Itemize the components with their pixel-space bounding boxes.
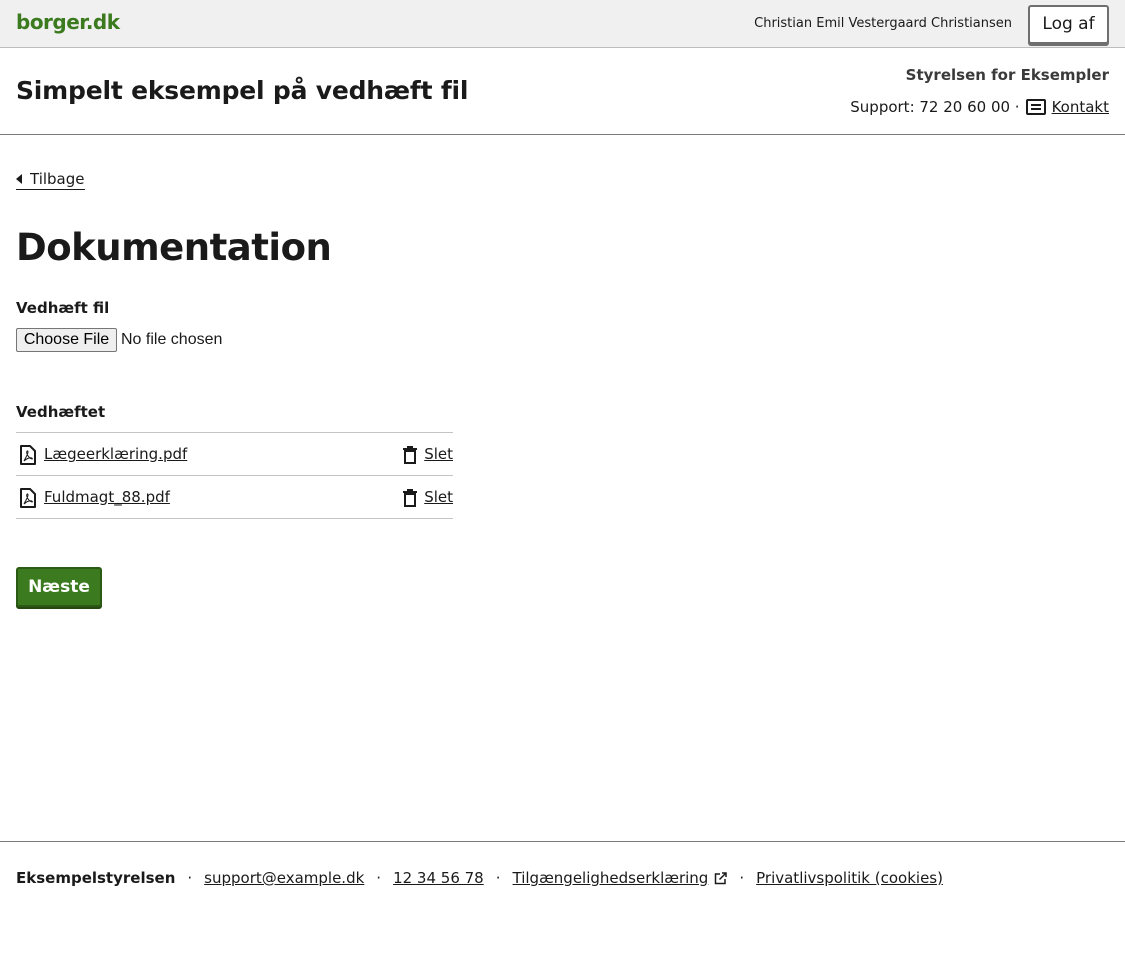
footer-separator: ·: [495, 869, 501, 887]
support-line: Support: 72 20 60 00 · Kontakt: [850, 98, 1109, 116]
footer-separator: ·: [187, 869, 193, 887]
footer-email-link[interactable]: support@example.dk: [204, 869, 364, 887]
next-button[interactable]: Næste: [16, 567, 102, 607]
page-header: Simpelt eksempel på vedhæft fil Styrelse…: [0, 48, 1125, 135]
authority-name: Styrelsen for Eksempler: [905, 66, 1109, 84]
file-input[interactable]: Choose File No file chosen: [16, 328, 222, 352]
footer-separator: ·: [739, 869, 745, 887]
trash-icon[interactable]: [403, 446, 417, 464]
choose-file-button[interactable]: Choose File: [16, 328, 117, 352]
footer-separator: ·: [376, 869, 382, 887]
service-title: Simpelt eksempel på vedhæft fil: [16, 76, 469, 105]
footer-org-name: Eksempelstyrelsen: [16, 869, 176, 887]
caret-left-icon: [16, 174, 22, 184]
footer-accessibility-link[interactable]: Tilgængelighedserklæring: [513, 869, 709, 887]
file-field-label: Vedhæft fil: [16, 299, 110, 317]
logout-button[interactable]: Log af: [1028, 5, 1109, 44]
page-heading: Dokumentation: [16, 226, 332, 269]
attached-file-link[interactable]: Lægeerklæring.pdf: [44, 445, 187, 463]
logged-in-username: Christian Emil Vestergaard Christiansen: [754, 16, 1012, 31]
support-phone-text: Support: 72 20 60 00 ·: [850, 98, 1020, 116]
borger-dk-logo[interactable]: borger.dk: [16, 10, 120, 34]
contact-link[interactable]: Kontakt: [1052, 98, 1109, 116]
back-link[interactable]: Tilbage: [16, 170, 85, 190]
back-link-label: Tilbage: [30, 170, 85, 188]
attached-file-row: Fuldmagt_88.pdf Slet: [16, 476, 453, 519]
file-status-text: No file chosen: [121, 331, 223, 348]
pdf-file-icon: [20, 488, 36, 508]
footer-phone-link[interactable]: 12 34 56 78: [393, 869, 484, 887]
attached-heading: Vedhæftet: [16, 403, 106, 421]
pdf-file-icon: [20, 445, 36, 465]
top-bar: borger.dk Christian Emil Vestergaard Chr…: [0, 0, 1125, 48]
external-link-icon: [715, 871, 728, 884]
footer-links: Eksempelstyrelsen · support@example.dk ·…: [16, 869, 943, 887]
attached-file-list: Lægeerklæring.pdf Slet Fuldmagt_88.pdf S…: [16, 432, 453, 519]
footer-privacy-link[interactable]: Privatlivspolitik (cookies): [756, 869, 943, 887]
delete-file-link[interactable]: Slet: [424, 445, 453, 463]
message-icon: [1025, 99, 1046, 115]
page-footer: Eksempelstyrelsen · support@example.dk ·…: [0, 841, 1125, 961]
delete-file-link[interactable]: Slet: [424, 488, 453, 506]
trash-icon[interactable]: [403, 489, 417, 507]
attached-file-link[interactable]: Fuldmagt_88.pdf: [44, 488, 170, 506]
attached-file-row: Lægeerklæring.pdf Slet: [16, 433, 453, 476]
